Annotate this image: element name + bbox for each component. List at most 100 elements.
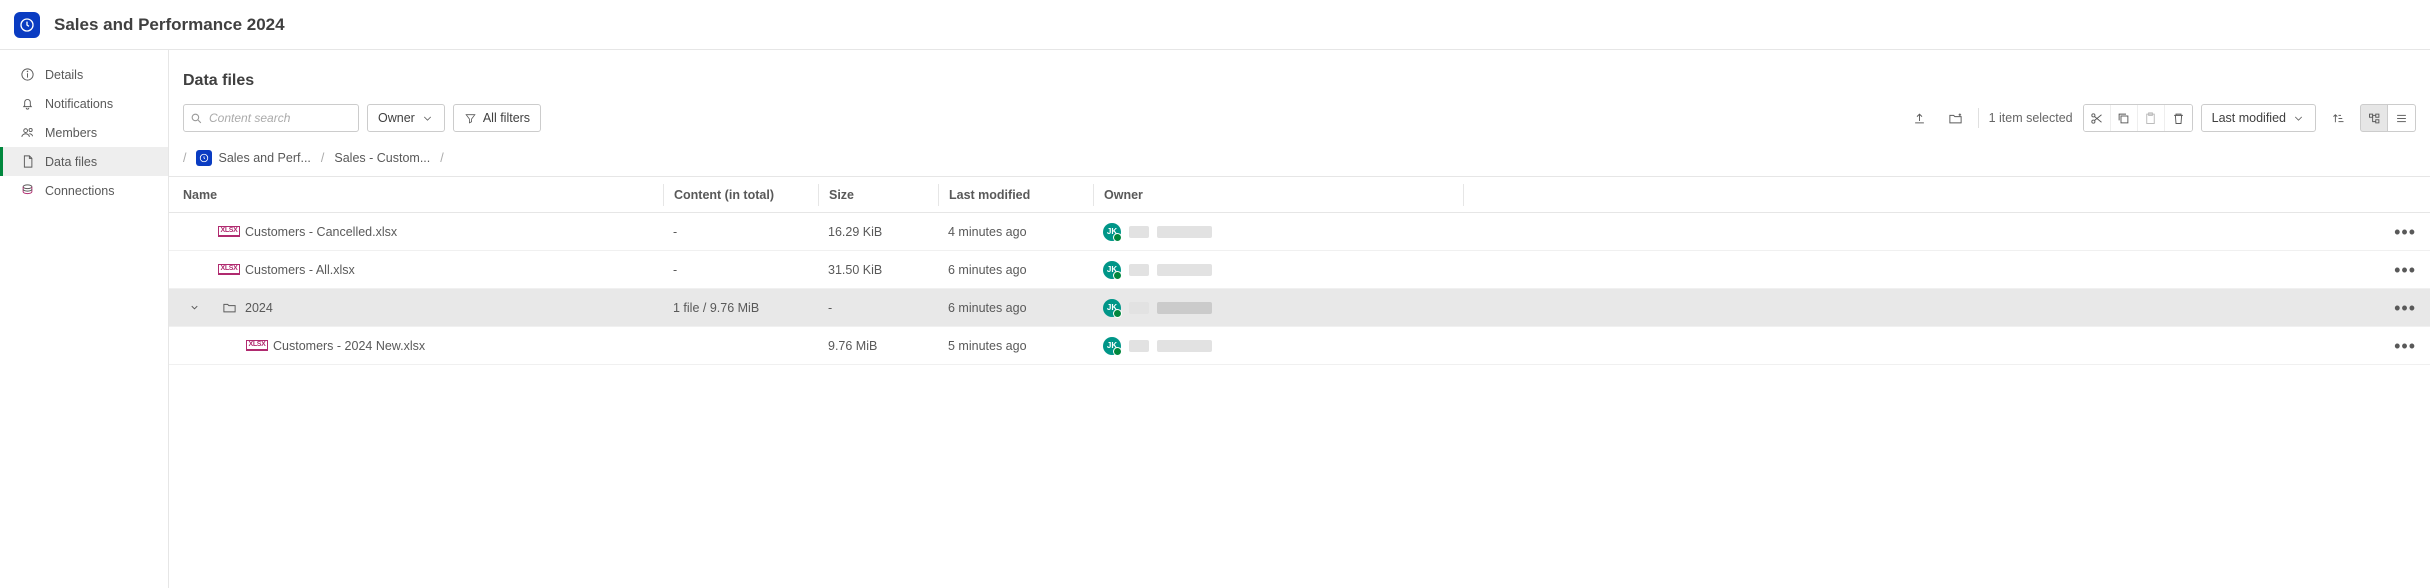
view-tree-button[interactable] xyxy=(2360,104,2388,132)
file-name: Customers - Cancelled.xlsx xyxy=(245,225,397,239)
breadcrumb-sep: / xyxy=(183,151,186,165)
table-header: Name Content (in total) Size Last modifi… xyxy=(169,177,2430,213)
col-owner[interactable]: Owner xyxy=(1093,184,1463,206)
tree-view-icon xyxy=(2367,111,2382,126)
row-more-button[interactable]: ••• xyxy=(2394,265,2416,275)
sidebar-item-connections[interactable]: Connections xyxy=(0,176,168,205)
chevron-down-icon xyxy=(2292,112,2305,125)
cell-owner: JK xyxy=(1093,299,1463,317)
cell-actions: ••• xyxy=(2386,227,2416,237)
breadcrumb: / Sales and Perf... / Sales - Custom... … xyxy=(169,144,2430,176)
table-row[interactable]: XLSXCustomers - Cancelled.xlsx-16.29 KiB… xyxy=(169,213,2430,251)
owner-avatar: JK xyxy=(1103,299,1121,317)
breadcrumb-root-badge xyxy=(196,150,212,166)
new-folder-button[interactable] xyxy=(1942,104,1970,132)
cell-actions: ••• xyxy=(2386,303,2416,313)
cell-size: 9.76 MiB xyxy=(818,339,938,353)
header-bar: Sales and Performance 2024 xyxy=(0,0,2430,50)
clock-icon xyxy=(19,17,35,33)
row-more-button[interactable]: ••• xyxy=(2394,341,2416,351)
breadcrumb-root-label: Sales and Perf... xyxy=(218,151,310,165)
paste-icon xyxy=(2143,111,2158,126)
sort-direction-button[interactable] xyxy=(2324,104,2352,132)
search-icon xyxy=(190,112,203,125)
delete-button[interactable] xyxy=(2165,105,2192,131)
cell-owner: JK xyxy=(1093,223,1463,241)
file-icon xyxy=(20,154,35,169)
row-more-button[interactable]: ••• xyxy=(2394,303,2416,313)
row-expander[interactable] xyxy=(183,302,205,313)
owner-name-placeholder xyxy=(1157,264,1212,276)
table-row[interactable]: 20241 file / 9.76 MiB-6 minutes agoJK••• xyxy=(169,289,2430,327)
folder-plus-icon xyxy=(1948,111,1963,126)
xlsx-file-icon: XLSX xyxy=(221,226,237,238)
view-toggle xyxy=(2360,104,2416,132)
sort-button[interactable]: Last modified xyxy=(2201,104,2316,132)
breadcrumb-sep: / xyxy=(440,151,443,165)
sidebar-item-data-files[interactable]: Data files xyxy=(0,147,168,176)
users-icon xyxy=(20,125,35,140)
owner-name-placeholder xyxy=(1157,302,1212,314)
owner-avatar: JK xyxy=(1103,261,1121,279)
sidebar: Details Notifications Members Data files… xyxy=(0,50,168,588)
selection-action-group xyxy=(2083,104,2193,132)
sidebar-item-label: Members xyxy=(45,126,97,140)
col-size[interactable]: Size xyxy=(818,184,938,206)
file-name: Customers - All.xlsx xyxy=(245,263,355,277)
cell-modified: 6 minutes ago xyxy=(938,301,1093,315)
search-input[interactable] xyxy=(209,111,352,125)
cell-modified: 4 minutes ago xyxy=(938,225,1093,239)
main-panel: Data files Owner All filters xyxy=(168,50,2430,588)
cell-size: 31.50 KiB xyxy=(818,263,938,277)
xlsx-file-icon: XLSX xyxy=(249,340,265,352)
copy-icon xyxy=(2116,111,2131,126)
col-name[interactable]: Name xyxy=(183,188,663,202)
sidebar-item-members[interactable]: Members xyxy=(0,118,168,147)
cell-name: XLSXCustomers - 2024 New.xlsx xyxy=(183,339,663,353)
cell-owner: JK xyxy=(1093,261,1463,279)
search-input-wrap[interactable] xyxy=(183,104,359,132)
cell-modified: 5 minutes ago xyxy=(938,339,1093,353)
cell-owner: JK xyxy=(1093,337,1463,355)
section-title: Data files xyxy=(169,50,2430,94)
copy-button[interactable] xyxy=(2111,105,2138,131)
cell-size: - xyxy=(818,301,938,315)
upload-button[interactable] xyxy=(1906,104,1934,132)
cell-name: XLSX Customers - Cancelled.xlsx xyxy=(183,225,663,239)
view-list-button[interactable] xyxy=(2388,104,2416,132)
owner-name-placeholder xyxy=(1129,340,1149,352)
col-modified[interactable]: Last modified xyxy=(938,184,1093,206)
breadcrumb-current[interactable]: Sales - Custom... xyxy=(334,151,430,165)
sidebar-item-notifications[interactable]: Notifications xyxy=(0,89,168,118)
owner-filter-button[interactable]: Owner xyxy=(367,104,445,132)
cut-button[interactable] xyxy=(2084,105,2111,131)
owner-avatar: JK xyxy=(1103,223,1121,241)
cell-name: 2024 xyxy=(183,301,663,315)
sidebar-item-details[interactable]: Details xyxy=(0,60,168,89)
table-row[interactable]: XLSXCustomers - All.xlsx-31.50 KiB6 minu… xyxy=(169,251,2430,289)
trash-icon xyxy=(2171,111,2186,126)
sidebar-item-label: Data files xyxy=(45,155,97,169)
bell-icon xyxy=(20,96,35,111)
page-title: Sales and Performance 2024 xyxy=(54,15,285,35)
col-content[interactable]: Content (in total) xyxy=(663,184,818,206)
owner-name-placeholder xyxy=(1157,226,1212,238)
all-filters-button[interactable]: All filters xyxy=(453,104,541,132)
selection-count: 1 item selected xyxy=(1987,111,2075,125)
cell-content: - xyxy=(663,225,818,239)
filter-icon xyxy=(464,112,477,125)
xlsx-file-icon: XLSX xyxy=(221,264,237,276)
toolbar: Owner All filters 1 item selected xyxy=(169,94,2430,144)
owner-name-placeholder xyxy=(1129,264,1149,276)
breadcrumb-root[interactable]: Sales and Perf... xyxy=(196,150,310,166)
scissors-icon xyxy=(2089,111,2104,126)
owner-name-placeholder xyxy=(1129,226,1149,238)
col-spacer xyxy=(1463,184,2386,206)
sort-asc-icon xyxy=(2331,111,2346,126)
table-row[interactable]: XLSXCustomers - 2024 New.xlsx 9.76 MiB5 m… xyxy=(169,327,2430,365)
clock-icon xyxy=(199,153,209,163)
file-name: 2024 xyxy=(245,301,273,315)
row-more-button[interactable]: ••• xyxy=(2394,227,2416,237)
sidebar-item-label: Notifications xyxy=(45,97,113,111)
paste-button xyxy=(2138,105,2165,131)
